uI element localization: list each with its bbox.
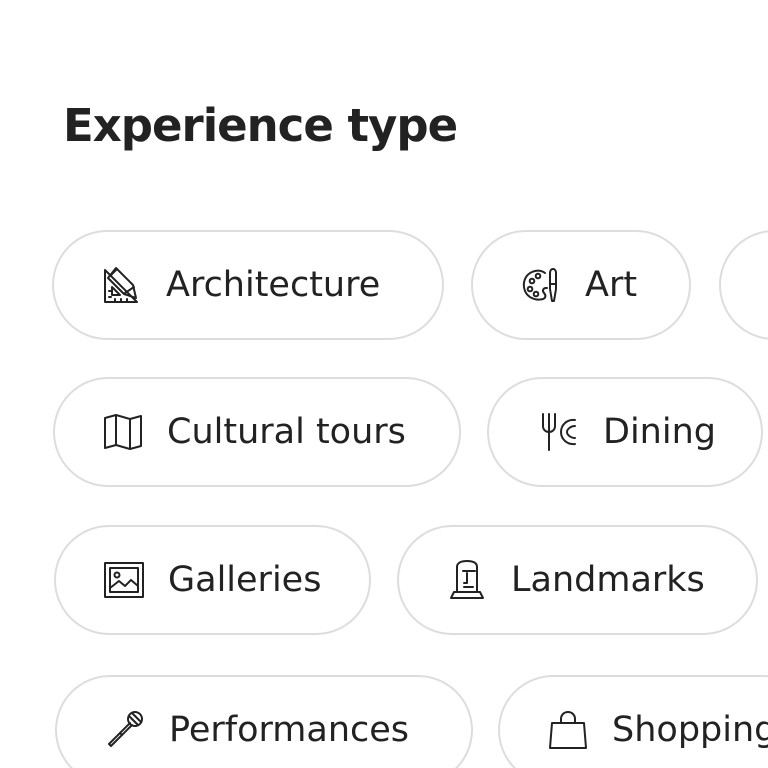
shopping-bag-icon: [546, 708, 590, 752]
map-icon: [101, 410, 145, 454]
chip-label: Architecture: [166, 265, 381, 305]
microphone-icon: [103, 708, 147, 752]
chip-shopping[interactable]: Shopping: [498, 675, 768, 768]
chip-label: Cultural tours: [167, 412, 406, 452]
chip-architecture[interactable]: Architecture: [52, 230, 444, 340]
chip-label: Galleries: [168, 560, 322, 600]
framed-picture-icon: [102, 558, 146, 602]
chip-performances[interactable]: Performances: [55, 675, 473, 768]
chip-galleries[interactable]: Galleries: [54, 525, 371, 635]
architecture-icon: [100, 263, 144, 307]
experience-type-panel: Experience type Architecture Art Cultura…: [0, 0, 768, 768]
fork-plate-icon: [537, 410, 581, 454]
chip-label: Performances: [169, 710, 410, 750]
chip-label: Landmarks: [511, 560, 705, 600]
palette-icon: [519, 263, 563, 307]
chip-landmarks[interactable]: Landmarks: [397, 525, 758, 635]
moai-statue-icon: [445, 558, 489, 602]
chip-art[interactable]: Art: [471, 230, 691, 340]
chip-label: Shopping: [612, 710, 768, 750]
chip-label: Art: [585, 265, 638, 305]
chip-label: Dining: [603, 412, 716, 452]
section-title: Experience type: [63, 99, 458, 152]
chip-dining[interactable]: Dining: [487, 377, 763, 487]
chip-partial-offscreen[interactable]: [719, 230, 768, 340]
chip-cultural-tours[interactable]: Cultural tours: [53, 377, 461, 487]
